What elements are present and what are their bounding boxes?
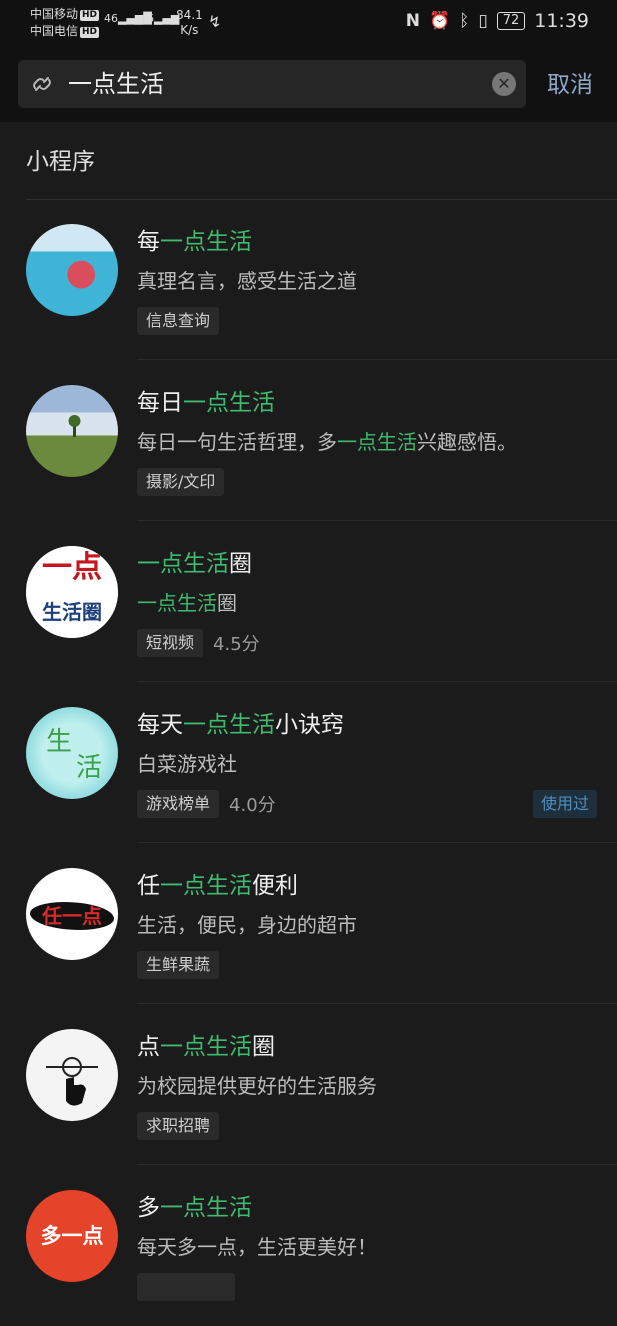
mini-program-item[interactable]: 一点 生活圈 一点生活圈 一点生活圈 短视频 4.5分 <box>0 522 617 682</box>
rating-score: 4.0分 <box>229 795 276 816</box>
item-title: 每日一点生活 <box>137 390 275 416</box>
item-description: 真理名言，感受生活之道 <box>137 269 357 293</box>
divider <box>137 842 617 843</box>
avatar: 一点 生活圈 <box>26 546 118 638</box>
mini-program-item[interactable]: 多一点 多一点生活 每天多一点，生活更美好！ <box>0 1166 617 1326</box>
item-title: 多一点生活 <box>137 1195 252 1221</box>
cancel-button[interactable]: 取消 <box>547 60 593 110</box>
item-tags: 生鲜果蔬 <box>137 950 597 980</box>
item-description: 白菜游戏社 <box>137 752 237 776</box>
used-badge: 使用过 <box>532 790 597 818</box>
signal-icon: 46▂▄▆ <box>140 12 180 25</box>
item-tags: 游戏榜单 4.0分 使用过 <box>137 789 597 819</box>
item-tags: 摄影/文印 <box>137 467 597 497</box>
item-title: 任一点生活便利 <box>137 873 298 899</box>
mini-program-item[interactable]: 任一点 任一点生活便利 生活，便民，身边的超市 生鲜果蔬 <box>0 844 617 1004</box>
item-tags <box>137 1272 597 1302</box>
hd-badge: HD <box>80 27 100 38</box>
carrier-2: 中国电信 <box>30 24 79 38</box>
battery-icon: 72 <box>496 12 526 30</box>
clock: 11:39 <box>534 10 589 32</box>
divider <box>137 1164 617 1165</box>
rating-score: 4.5分 <box>213 634 260 655</box>
category-tag: 生鲜果蔬 <box>137 951 220 979</box>
divider <box>137 520 617 521</box>
item-title: 点一点生活圈 <box>137 1034 275 1060</box>
avatar: 任一点 <box>26 868 118 960</box>
avatar <box>26 1029 118 1121</box>
avatar <box>26 224 118 316</box>
item-tags: 短视频 4.5分 <box>137 628 597 658</box>
link-icon <box>30 70 54 98</box>
category-tag: 求职招聘 <box>137 1112 220 1140</box>
item-description: 一点生活圈 <box>137 591 237 615</box>
avatar: 生 活 <box>26 707 118 799</box>
item-description: 每日一句生活哲理，多一点生活兴趣感悟。 <box>137 430 517 454</box>
hd-badge: HD <box>80 10 100 21</box>
mini-program-item[interactable]: 点一点生活圈 为校园提供更好的生活服务 求职招聘 <box>0 1005 617 1165</box>
network-speed: 84.1 K/s <box>176 8 203 37</box>
item-title: 每一点生活 <box>137 229 252 255</box>
category-tag: 短视频 <box>137 629 204 657</box>
clear-icon[interactable]: ✕ <box>492 72 516 96</box>
avatar: 多一点 <box>26 1190 118 1282</box>
alarm-icon: ⏰ <box>428 11 451 31</box>
avatar <box>26 385 118 477</box>
item-title: 每天一点生活小诀窍 <box>137 712 344 738</box>
carrier-info: 中国移动 HD 中国电信 HD <box>30 6 100 40</box>
search-input[interactable]: 一点生活 ✕ <box>18 60 526 108</box>
mini-program-item[interactable]: 每一点生活 真理名言，感受生活之道 信息查询 <box>0 200 617 360</box>
category-tag: 摄影/文印 <box>137 468 225 496</box>
item-tags: 信息查询 <box>137 306 597 336</box>
search-bar: 一点生活 ✕ <box>0 46 617 122</box>
mini-program-item[interactable]: 生 活 每天一点生活小诀窍 白菜游戏社 游戏榜单 4.0分 使用过 <box>0 683 617 843</box>
vibrate-icon: ▯ <box>478 11 488 31</box>
divider <box>137 1003 617 1004</box>
category-tag <box>137 1273 235 1301</box>
status-bar: 中国移动 HD 中国电信 HD 46▂▄▆█ 46▂▄▆ 84.1 K/s ↯ N … <box>0 0 617 46</box>
divider <box>137 681 617 682</box>
carrier-1: 中国移动 <box>30 7 79 21</box>
search-query[interactable]: 一点生活 <box>68 60 164 108</box>
nfc-icon: N <box>405 11 420 31</box>
item-title: 一点生活圈 <box>137 551 252 577</box>
section-title: 小程序 <box>26 149 95 175</box>
item-description: 生活，便民，身边的超市 <box>137 913 357 937</box>
item-tags: 求职招聘 <box>137 1111 597 1141</box>
category-tag: 游戏榜单 <box>137 790 220 818</box>
bluetooth-icon: ᛒ <box>459 11 470 31</box>
item-description: 为校园提供更好的生活服务 <box>137 1074 377 1098</box>
category-tag: 信息查询 <box>137 307 220 335</box>
divider <box>137 359 617 360</box>
status-icons: N ⏰ ᛒ ▯ 72 11:39 <box>406 10 589 32</box>
missed-call-icon: ↯ <box>208 12 222 31</box>
item-description: 每天多一点，生活更美好！ <box>137 1235 377 1259</box>
mini-program-item[interactable]: 每日一点生活 每日一句生活哲理，多一点生活兴趣感悟。 摄影/文印 <box>0 361 617 521</box>
